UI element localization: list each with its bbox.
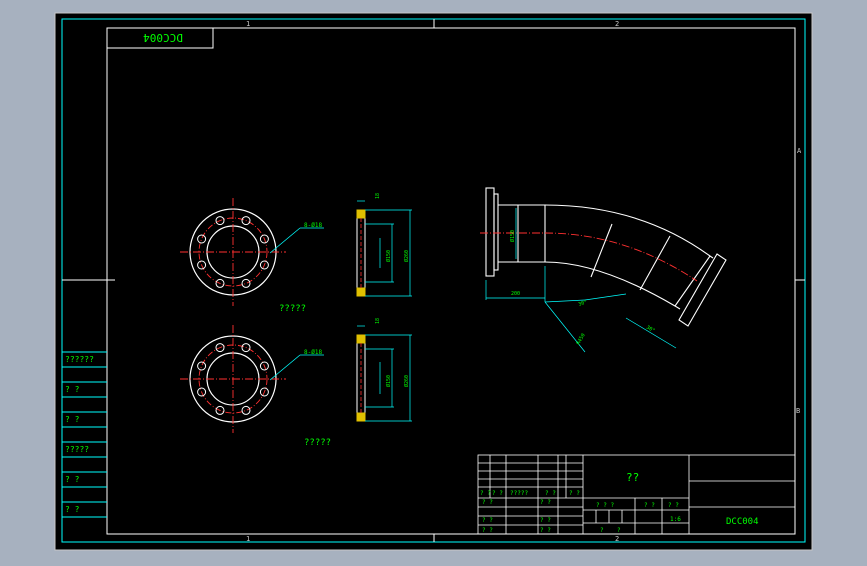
title-block-row-label: ? ? (545, 490, 556, 497)
title-block-right-label: ? ? (644, 502, 655, 509)
zone-marker-bottom-right: 2 (615, 535, 619, 543)
section-top-dim-inner: Ø150 (385, 250, 392, 262)
title-block-mid-label: ? ? (540, 517, 551, 524)
title-block-right-label: ? ? (668, 502, 679, 509)
section-bottom-dim-outer: Ø260 (403, 375, 410, 387)
title-block-small-label: ? (600, 527, 604, 534)
elbow-dim-diameter: Ø150 (509, 230, 516, 242)
section-bottom-dim-thickness: 18 (375, 318, 381, 324)
cad-canvas[interactable]: 1 2 1 2 A B DCC004 ??????? ?? ??????? ??… (0, 0, 867, 562)
title-block-right-label: ? ? ? (596, 502, 614, 509)
title-block-mid-label: ? ? (540, 527, 551, 534)
paper-sheet (54, 12, 813, 551)
mirrored-tag-text: DCC004 (143, 31, 183, 44)
title-block-small-label: ? (617, 527, 621, 534)
flange-bottom-caption: ????? (304, 438, 331, 448)
elbow-dim-length: 200 (511, 291, 520, 297)
section-top-dim-outer: Ø260 (403, 250, 410, 262)
title-block-mid-label: ? ? (540, 499, 551, 506)
left-strip-label: ? ? (65, 415, 80, 424)
zone-marker-bottom-mid: 1 (246, 535, 250, 543)
title-block-scale: 1:6 (670, 516, 681, 523)
title-block-left-label: ? ? (482, 517, 493, 524)
title-block-row-label: ? ? (569, 490, 580, 497)
title-block-row-label: ? ? (480, 490, 491, 497)
title-block-row-label: ????? (510, 490, 528, 497)
title-block-row-label: ? ? (492, 490, 503, 497)
zone-marker-top-mid: 1 (246, 20, 250, 28)
left-strip-label: ?????? (65, 355, 94, 364)
title-block-name: ?? (626, 471, 639, 484)
title-block-left-label: ? ? (482, 527, 493, 534)
section-bottom-dim-inner: Ø150 (385, 375, 392, 387)
zone-marker-top-right: 2 (615, 20, 619, 28)
section-top-dim-thickness: 18 (375, 193, 381, 199)
title-block-drawing-number: DCC004 (726, 517, 759, 527)
left-strip-label: ? ? (65, 475, 80, 484)
zone-marker-right-lower: B (796, 407, 800, 415)
left-strip-label: ? ? (65, 505, 80, 514)
flange-top-caption: ????? (279, 304, 306, 314)
flange-bottom-hole-callout: 8-Ø18 (304, 349, 322, 356)
title-block-left-label: ? ? (482, 499, 493, 506)
left-strip-label: ? ? (65, 385, 80, 394)
left-strip-label: ????? (65, 445, 89, 454)
flange-top-hole-callout: 8-Ø18 (304, 222, 322, 229)
